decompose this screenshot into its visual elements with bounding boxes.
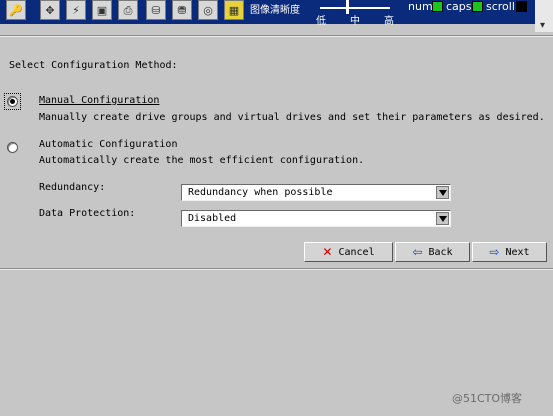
bottom-divider xyxy=(0,268,553,270)
top-divider xyxy=(0,35,553,37)
image-quality-slider[interactable] xyxy=(320,7,390,9)
num-lock-indicator xyxy=(432,1,443,12)
chevron-down-icon[interactable] xyxy=(436,186,449,199)
arrow-right-icon: ⇨ xyxy=(489,245,500,259)
quality-high-label: 高 xyxy=(384,16,394,27)
back-button[interactable]: ⇦ Back xyxy=(395,242,470,262)
lightning-icon[interactable]: ⚡ xyxy=(66,0,86,20)
next-button[interactable]: ⇨ Next xyxy=(472,242,547,262)
manual-configuration-desc: Manually create drive groups and virtual… xyxy=(39,112,545,123)
data-protection-select[interactable]: Disabled xyxy=(181,210,451,227)
cancel-button-label: Cancel xyxy=(338,246,375,258)
disk-icon[interactable]: ⛁ xyxy=(146,0,166,20)
num-lock-label: num xyxy=(408,0,433,13)
watermark: @51CTO博客 xyxy=(452,392,523,405)
monitor-icon[interactable]: ▣ xyxy=(92,0,112,20)
scanner-icon[interactable]: ⎙ xyxy=(118,0,138,20)
arrow-left-icon: ⇦ xyxy=(412,245,423,259)
disc-icon[interactable]: ◎ xyxy=(198,0,218,20)
drive-icon[interactable]: ⛃ xyxy=(172,0,192,20)
automatic-label-text: Automatic Configuration xyxy=(39,139,178,150)
grid-icon[interactable]: ▦ xyxy=(224,0,244,20)
back-button-label: Back xyxy=(428,246,453,258)
remote-console-toolbar: 🔑 ✥ ⚡ ▣ ⎙ ⛁ ⛃ ◎ ▦ 图像清晰度 低 中 高 num caps s… xyxy=(0,0,553,27)
manual-configuration-label[interactable]: Manual Configuration xyxy=(39,95,159,107)
chevron-down-icon[interactable]: ▾ xyxy=(540,20,545,31)
next-button-label: Next xyxy=(505,246,530,258)
quality-low-label: 低 xyxy=(316,16,326,27)
data-protection-value: Disabled xyxy=(188,213,237,224)
redundancy-value: Redundancy when possible xyxy=(188,187,333,198)
caps-lock-label: caps xyxy=(446,0,472,13)
cancel-button[interactable]: ✕ Cancel xyxy=(304,242,393,262)
quality-mid-label: 中 xyxy=(350,16,360,27)
scroll-lock-label: scroll xyxy=(486,0,515,13)
automatic-configuration-desc: Automatically create the most efficient … xyxy=(39,155,365,166)
automatic-configuration-label[interactable]: Automatic Configuration xyxy=(39,139,177,151)
scroll-lock-indicator xyxy=(516,1,527,12)
key-icon[interactable]: 🔑 xyxy=(6,0,26,20)
image-quality-label: 图像清晰度 xyxy=(250,5,300,16)
manual-label-text: Manual Configuration xyxy=(39,95,160,106)
chevron-down-icon[interactable] xyxy=(436,212,449,225)
data-protection-label: Data Protection: xyxy=(39,208,136,219)
automatic-configuration-radio[interactable] xyxy=(7,142,18,153)
manual-configuration-radio[interactable] xyxy=(7,96,18,107)
close-icon: ✕ xyxy=(322,245,333,259)
redundancy-select[interactable]: Redundancy when possible xyxy=(181,184,451,201)
redundancy-label: Redundancy: xyxy=(39,182,106,193)
caps-lock-indicator xyxy=(472,1,483,12)
image-quality-slider-thumb[interactable] xyxy=(346,0,349,14)
page-title: Select Configuration Method: xyxy=(9,60,178,71)
move-icon[interactable]: ✥ xyxy=(40,0,60,20)
